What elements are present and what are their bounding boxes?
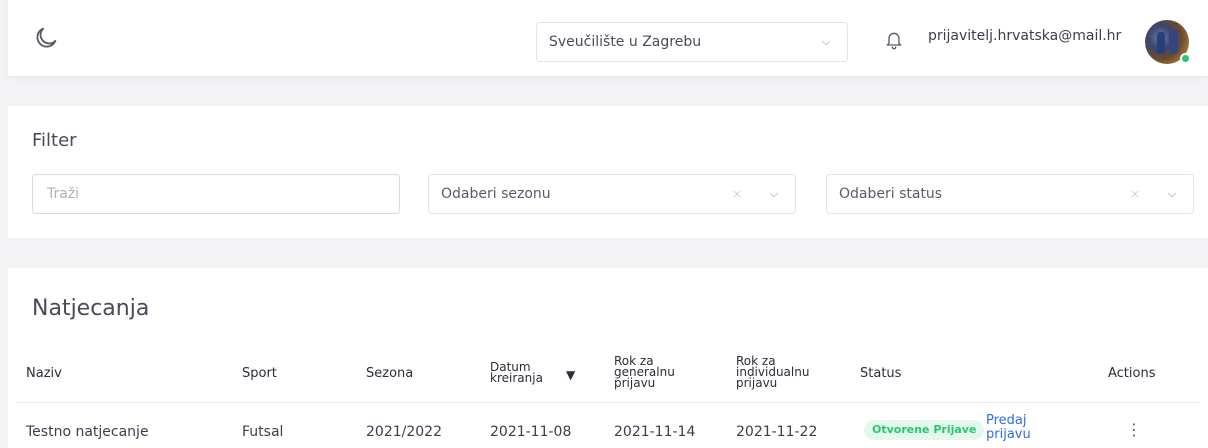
status-select-placeholder: Odaberi status	[839, 186, 943, 202]
column-header-created-line: kreiranja	[490, 371, 543, 385]
university-select-value: Sveučilište u Zagrebu	[549, 34, 702, 50]
column-header-actions: Actions	[1108, 366, 1156, 381]
cell-created: 2021-11-08	[490, 424, 572, 440]
competitions-title: Natjecanja	[32, 296, 150, 321]
moon-icon[interactable]	[32, 24, 60, 52]
column-header-general-deadline-line: prijavu	[614, 376, 656, 390]
filter-card: Filter Odaberi sezonu Odaberi status	[8, 106, 1208, 238]
cell-sport: Futsal	[242, 424, 284, 440]
season-select-placeholder: Odaberi sezonu	[441, 186, 551, 202]
bell-icon[interactable]	[884, 28, 904, 52]
search-input[interactable]	[32, 174, 400, 214]
avatar-figure	[1157, 32, 1165, 54]
column-header-status[interactable]: Status	[860, 367, 901, 380]
submit-application-link-line: Predaj	[986, 413, 1027, 428]
column-header-sport[interactable]: Sport	[242, 367, 277, 380]
user-email[interactable]: prijavitelj.hrvatska@mail.hr	[928, 28, 1121, 44]
avatar-figure	[1169, 30, 1178, 54]
status-badge: Otvorene Prijave	[864, 420, 985, 440]
cell-general-deadline: 2021-11-14	[614, 424, 696, 440]
online-status-dot	[1180, 53, 1191, 64]
column-header-general-deadline[interactable]: Rok za generalnu prijavu	[614, 355, 675, 390]
competitions-card: Natjecanja Naziv Sport Sezona Datum krei…	[8, 268, 1208, 448]
column-header-season[interactable]: Sezona	[366, 367, 413, 380]
column-header-individual-deadline[interactable]: Rok za individualnu prijavu	[736, 355, 809, 390]
cell-individual-deadline: 2021-11-22	[736, 424, 818, 440]
close-icon[interactable]	[731, 188, 743, 200]
close-icon[interactable]	[1129, 188, 1141, 200]
cell-name[interactable]: Testno natjecanje	[26, 424, 149, 440]
top-navbar: Sveučilište u Zagrebu prijavitelj.hrvats…	[8, 0, 1208, 76]
chevron-down-icon	[822, 40, 830, 46]
submit-application-link-line: prijavu	[986, 427, 1031, 442]
more-vertical-icon[interactable]: ⋮	[1126, 420, 1142, 439]
submit-application-link[interactable]: Predaj prijavu	[986, 414, 1046, 442]
column-header-name[interactable]: Naziv	[26, 367, 62, 380]
chevron-down-icon	[1168, 192, 1176, 198]
university-select[interactable]: Sveučilište u Zagrebu	[536, 22, 848, 62]
chevron-down-icon	[770, 192, 778, 198]
sort-desc-icon[interactable]: ▼	[566, 368, 575, 382]
column-header-created[interactable]: Datum kreiranja	[490, 361, 543, 385]
season-select[interactable]: Odaberi sezonu	[428, 174, 796, 214]
status-select[interactable]: Odaberi status	[826, 174, 1194, 214]
cell-season: 2021/2022	[366, 424, 442, 440]
filter-title: Filter	[32, 130, 77, 151]
table-header-divider	[16, 402, 1200, 403]
column-header-individual-deadline-line: prijavu	[736, 376, 778, 390]
